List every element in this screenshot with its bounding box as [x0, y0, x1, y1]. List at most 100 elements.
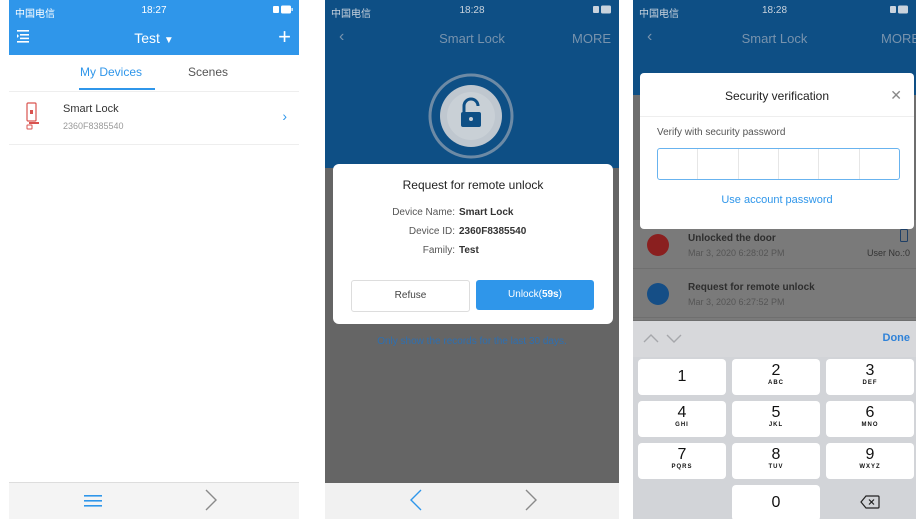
field-value: 2360F8385540: [459, 226, 527, 237]
divider: [640, 116, 914, 117]
key-7[interactable]: 7 PQRS: [638, 443, 726, 479]
field-value: Test: [459, 245, 479, 256]
battery-icon: [593, 5, 613, 17]
caret-down-icon: ▼: [163, 35, 174, 46]
key-number: 0: [771, 494, 781, 511]
pin-digit[interactable]: [779, 149, 820, 179]
key-number: 3: [865, 362, 875, 379]
more-button[interactable]: MORE: [881, 31, 916, 46]
home-title[interactable]: Test ▼: [9, 30, 299, 46]
record-list: Unlocked the door Mar 3, 2020 6:28:02 PM…: [633, 220, 916, 320]
done-button[interactable]: Done: [883, 332, 911, 344]
nav-title: Smart Lock: [741, 31, 808, 46]
unlock-button[interactable]: Unlock(59s): [476, 280, 594, 310]
close-icon[interactable]: ✕: [890, 87, 902, 104]
key-1[interactable]: 1: [638, 359, 726, 395]
home-top-bar: 中国电信 18:27 Test ▼ +: [9, 0, 299, 55]
home-screen: 中国电信 18:27 Test ▼ + My Devices Scenes Sm…: [9, 0, 299, 519]
remote-unlock-dialog: Request for remote unlock Device Name: S…: [333, 164, 613, 324]
list-menu-icon[interactable]: [84, 493, 102, 514]
pin-digit[interactable]: [739, 149, 779, 179]
key-number: 1: [677, 368, 687, 385]
list-item[interactable]: Request for remote unlock Mar 3, 2020 6:…: [633, 269, 916, 318]
unlock-record-icon: [647, 234, 669, 256]
security-verification-screen: 中国电信 18:28 ‹ Smart Lock MORE Unlocked th…: [633, 0, 916, 519]
pin-digit[interactable]: [658, 149, 699, 179]
key-letters: DEF: [862, 380, 878, 386]
pin-digit[interactable]: [698, 149, 739, 179]
key-number: 9: [865, 446, 875, 463]
home-title-text: Test: [134, 30, 160, 46]
key-8[interactable]: 8 TUV: [732, 443, 820, 479]
remote-request-icon: [647, 283, 669, 305]
record-title: Request for remote unlock: [688, 282, 815, 293]
key-9[interactable]: 9 WXYZ: [826, 443, 914, 479]
clock: 18:28: [761, 5, 788, 16]
key-letters: TUV: [768, 464, 784, 470]
security-verification-dialog: Security verification ✕ Verify with secu…: [640, 73, 914, 229]
back-arrow-icon[interactable]: [410, 489, 422, 516]
chevron-right-icon: ›: [282, 108, 287, 124]
key-6[interactable]: 6 MNO: [826, 401, 914, 437]
field-label: Device ID:: [408, 226, 455, 237]
kb-nav-arrows-icon[interactable]: [643, 330, 683, 346]
tab-my-devices[interactable]: My Devices: [80, 65, 142, 79]
key-0[interactable]: 0: [732, 485, 820, 519]
status-bar: 中国电信 18:28: [325, 0, 619, 22]
key-number: 7: [677, 446, 687, 463]
dialog-title: Request for remote unlock: [402, 178, 544, 192]
bottom-toolbar: [9, 482, 299, 519]
remote-unlock-screen: 中国电信 18:28 ‹ Smart Lock MORE Only show t…: [325, 0, 619, 519]
tab-scenes[interactable]: Scenes: [188, 65, 228, 79]
key-2[interactable]: 2 ABC: [732, 359, 820, 395]
key-number: 2: [771, 362, 781, 379]
key-letters: GHI: [675, 422, 689, 428]
use-account-password-link[interactable]: Use account password: [640, 194, 914, 206]
empty-key: [638, 485, 726, 519]
unlock-countdown: 59s: [541, 289, 559, 300]
unlock-label-end: ): [558, 289, 562, 300]
refuse-button[interactable]: Refuse: [351, 280, 470, 312]
pin-digit[interactable]: [819, 149, 860, 179]
record-time: Mar 3, 2020 6:27:52 PM: [688, 297, 785, 307]
key-3[interactable]: 3 DEF: [826, 359, 914, 395]
key-number: 8: [771, 446, 781, 463]
records-note: Only show the records for the last 30 da…: [377, 336, 567, 347]
more-button[interactable]: MORE: [572, 31, 611, 46]
active-tab-indicator: [79, 88, 155, 90]
pin-digit[interactable]: [860, 149, 899, 179]
verify-label: Verify with security password: [657, 127, 786, 138]
key-letters: ABC: [768, 380, 784, 386]
unlock-ring-icon[interactable]: [427, 72, 515, 165]
device-row-smart-lock[interactable]: Smart Lock 2360F8385540 ›: [9, 92, 299, 145]
bottom-toolbar: [325, 483, 619, 519]
key-number: 4: [677, 404, 687, 421]
forward-arrow-icon[interactable]: [205, 489, 217, 516]
record-user: User No.:0: [866, 248, 910, 258]
device-name: Smart Lock: [63, 103, 119, 115]
dialog-title: Security verification: [724, 89, 830, 103]
device-id: 2360F8385540: [63, 121, 124, 131]
field-value: Smart Lock: [459, 207, 514, 218]
device-tabs: My Devices Scenes: [9, 55, 299, 92]
field-label: Device Name:: [392, 207, 455, 218]
add-device-button[interactable]: +: [278, 24, 291, 50]
key-number: 5: [771, 404, 781, 421]
key-5[interactable]: 5 JKL: [732, 401, 820, 437]
keyboard-toolbar: Done: [633, 321, 916, 357]
forward-arrow-icon[interactable]: [525, 489, 537, 516]
record-time: Mar 3, 2020 6:28:02 PM: [688, 248, 785, 258]
battery-icon: [890, 5, 910, 17]
lock-header: 中国电信 18:28 ‹ Smart Lock MORE: [325, 0, 619, 168]
key-4[interactable]: 4 GHI: [638, 401, 726, 437]
clock: 18:27: [141, 5, 167, 16]
pin-input[interactable]: [657, 148, 900, 180]
backspace-icon: [860, 485, 880, 514]
battery-icon: [273, 5, 293, 17]
status-bar: 中国电信 18:28: [633, 0, 916, 22]
phone-icon: [900, 229, 908, 247]
delete-key[interactable]: [826, 485, 914, 519]
unlock-label: Unlock(: [508, 289, 542, 300]
record-title: Unlocked the door: [688, 233, 776, 244]
field-label: Family:: [422, 245, 455, 256]
